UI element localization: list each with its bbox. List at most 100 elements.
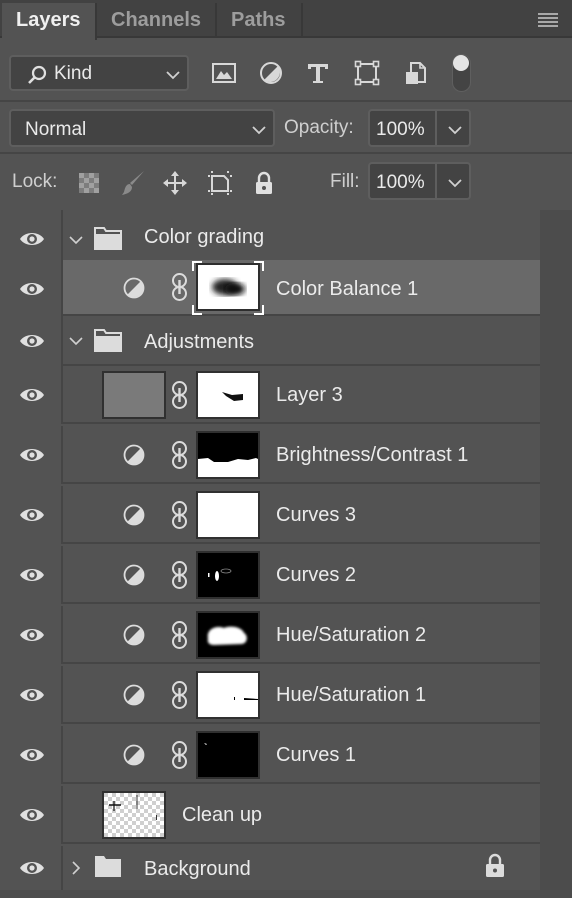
blend-mode-value: Normal	[25, 119, 87, 140]
layer-row-curves-2[interactable]: Curves 2	[0, 546, 540, 604]
toggle-knob	[453, 55, 469, 71]
link-icon[interactable]	[171, 560, 188, 590]
layer-mask-thumbnail[interactable]	[196, 731, 260, 779]
layer-mask-thumbnail[interactable]	[196, 551, 260, 599]
eye-icon[interactable]	[19, 506, 45, 524]
lock-position-icon[interactable]	[162, 170, 188, 196]
layer-row-color-balance-1[interactable]: Color Balance 1	[0, 260, 540, 316]
opacity-value[interactable]: 100%	[376, 119, 425, 141]
filter-toolbar: Kind	[0, 40, 572, 102]
eye-icon[interactable]	[19, 386, 45, 404]
layer-row-hue-saturation-1[interactable]: Hue/Saturation 1	[0, 666, 540, 724]
layer-name: Color grading	[144, 226, 265, 248]
tab-paths[interactable]: Paths	[217, 3, 303, 38]
visibility-toggle[interactable]	[0, 846, 63, 890]
opacity-label: Opacity:	[284, 117, 354, 138]
layer-name: Hue/Saturation 2	[276, 624, 427, 646]
eye-icon[interactable]	[19, 566, 45, 584]
eye-icon[interactable]	[19, 230, 45, 248]
fill-value[interactable]: 100%	[376, 172, 425, 194]
image-filter-icon[interactable]	[211, 60, 237, 86]
eye-icon[interactable]	[19, 446, 45, 464]
layer-mask-thumbnail[interactable]	[196, 611, 260, 659]
type-filter-icon[interactable]	[305, 60, 331, 86]
visibility-toggle[interactable]	[0, 666, 63, 724]
link-icon[interactable]	[171, 680, 188, 710]
mask-selection-corner	[192, 305, 202, 315]
layer-mask-thumbnail[interactable]	[196, 491, 260, 539]
list-bottom-spacer	[0, 890, 540, 898]
filter-kind-select[interactable]: Kind	[9, 55, 189, 91]
link-icon[interactable]	[171, 740, 188, 770]
hamburger-menu-icon[interactable]	[538, 13, 558, 27]
layer-row-layer-3[interactable]: Layer 3	[0, 366, 540, 424]
layer-name: Layer 3	[276, 384, 343, 406]
visibility-toggle[interactable]	[0, 486, 63, 544]
layer-mask-thumbnail[interactable]	[196, 371, 260, 419]
visibility-toggle[interactable]	[0, 366, 63, 424]
layer-row-hue-saturation-2[interactable]: Hue/Saturation 2	[0, 606, 540, 664]
layers-scrollbar[interactable]	[540, 210, 572, 898]
lock-image-pixels-icon[interactable]	[120, 170, 146, 196]
eye-icon[interactable]	[19, 332, 45, 350]
eye-icon[interactable]	[19, 686, 45, 704]
link-icon[interactable]	[171, 440, 188, 470]
layer-name: Background	[144, 858, 251, 880]
lock-icon	[486, 853, 504, 877]
eye-icon[interactable]	[19, 746, 45, 764]
visibility-toggle[interactable]	[0, 786, 63, 844]
blend-toolbar: Normal Opacity: 100%	[0, 104, 572, 154]
tab-channels[interactable]: Channels	[97, 3, 217, 38]
filter-toggle[interactable]	[452, 54, 471, 92]
mask-selection-corner	[254, 261, 264, 271]
adjustment-layer-icon	[123, 504, 145, 526]
visibility-toggle[interactable]	[0, 726, 63, 784]
eye-icon[interactable]	[19, 859, 45, 877]
layer-mask-thumbnail[interactable]	[196, 263, 260, 311]
eye-icon[interactable]	[19, 806, 45, 824]
layer-name: Brightness/Contrast 1	[276, 444, 469, 466]
eye-icon[interactable]	[19, 626, 45, 644]
lock-artboard-icon[interactable]	[207, 170, 233, 196]
layer-row-curves-1[interactable]: Curves 1	[0, 726, 540, 784]
link-icon[interactable]	[171, 380, 188, 410]
chevron-down-icon[interactable]	[68, 333, 84, 349]
layer-row-clean-up[interactable]: Clean up	[0, 786, 540, 844]
visibility-toggle[interactable]	[0, 546, 63, 604]
lock-transparent-pixels-icon[interactable]	[76, 170, 102, 196]
filter-kind-label: Kind	[54, 63, 93, 84]
adjustment-layer-icon	[123, 564, 145, 586]
visibility-toggle[interactable]	[0, 316, 63, 366]
link-icon[interactable]	[171, 620, 188, 650]
field-separator	[435, 111, 437, 145]
eye-icon[interactable]	[19, 280, 45, 298]
chevron-down-icon[interactable]	[68, 232, 84, 248]
layer-thumbnail[interactable]	[102, 371, 166, 419]
layer-row-curves-3[interactable]: Curves 3	[0, 486, 540, 544]
tab-layers[interactable]: Layers	[2, 3, 97, 40]
adjustment-layer-icon	[123, 684, 145, 706]
layer-row-adjustments[interactable]: Adjustments	[0, 316, 540, 366]
layer-thumbnail[interactable]	[102, 791, 166, 839]
link-icon[interactable]	[171, 272, 188, 302]
chevron-down-icon[interactable]	[447, 178, 463, 188]
visibility-toggle[interactable]	[0, 426, 63, 484]
layer-row-brightness-contrast-1[interactable]: Brightness/Contrast 1	[0, 426, 540, 484]
layer-mask-thumbnail[interactable]	[196, 431, 260, 479]
visibility-toggle[interactable]	[0, 260, 63, 316]
adjustment-layer-icon	[123, 277, 145, 299]
shape-filter-icon[interactable]	[354, 60, 380, 86]
layer-mask-thumbnail[interactable]	[196, 671, 260, 719]
blend-mode-select[interactable]: Normal	[9, 109, 275, 147]
smart-object-filter-icon[interactable]	[403, 60, 429, 86]
fill-field[interactable]: 100%	[368, 162, 471, 200]
chevron-down-icon[interactable]	[447, 125, 463, 135]
lock-all-icon[interactable]	[251, 170, 277, 196]
chevron-down-icon	[252, 126, 266, 135]
opacity-field[interactable]: 100%	[368, 109, 471, 147]
chevron-right-icon[interactable]	[68, 860, 84, 876]
link-icon[interactable]	[171, 500, 188, 530]
adjustment-filter-icon[interactable]	[258, 60, 284, 86]
visibility-toggle[interactable]	[0, 606, 63, 664]
chevron-down-icon	[166, 71, 180, 80]
